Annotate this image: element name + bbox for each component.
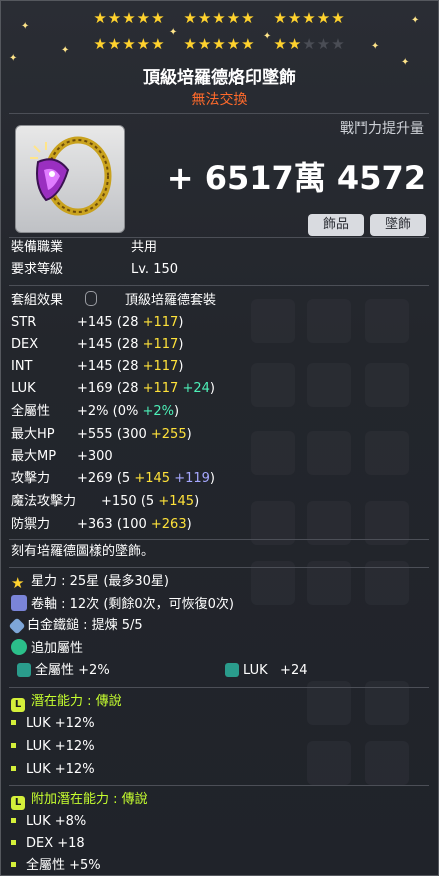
star-force-row-2: ★★★★★ ★★★★★ ★★★★★ — [1, 35, 438, 53]
star-icon: ★★★★★ — [93, 35, 166, 53]
potential-line: LUK +12% — [11, 738, 95, 756]
additional-potential-header: L 附加潛在能力 : 傳說 — [11, 791, 148, 810]
basic-row-level: 要求等級 Lv. 150 — [11, 261, 178, 279]
basic-row-job: 裝備職業 共用 — [11, 239, 157, 257]
star-icon: ★★ — [273, 35, 303, 53]
bonus-badge-icon — [17, 663, 31, 677]
star-icon: ★★★★★ — [273, 9, 346, 27]
purple-gem-pendant-icon — [30, 136, 112, 216]
item-name: 頂級培羅德烙印墜飾 — [143, 68, 296, 88]
stat-row: INT +145 (28 +117) — [11, 359, 184, 374]
set-effect-key: 套組效果 — [11, 293, 64, 308]
potential-header: L 潛在能力 : 傳說 — [11, 693, 122, 712]
scroll-info: 卷軸 : 12次 (剩餘0次，可恢復0次) — [11, 595, 234, 614]
empty-star-icon: ★★★ — [302, 35, 346, 53]
basic-val: Lv. 150 — [131, 262, 179, 277]
hammer-icon — [8, 617, 26, 635]
stat-row: 攻擊力 +269 (5 +145 +119) — [11, 471, 215, 486]
mouse-icon — [85, 291, 97, 306]
legendary-badge-icon: L — [11, 796, 25, 810]
combat-power-label: 戰鬥力提升量 — [340, 121, 424, 137]
divider — [9, 237, 429, 238]
bullet-icon — [11, 743, 16, 748]
scroll-icon — [11, 595, 27, 611]
item-description: 刻有培羅德圖樣的墜飾。 — [11, 544, 155, 559]
set-effect-row: 套組效果 頂級培羅德套裝 — [11, 291, 216, 310]
combat-power-value: + 6517萬 4572 — [166, 159, 426, 197]
bullet-icon — [11, 766, 16, 771]
basic-key: 要求等級 — [11, 262, 64, 277]
bonus-badge-icon — [225, 663, 239, 677]
stat-row: LUK +169 (28 +117 +24) — [11, 381, 215, 396]
stat-row: 最大MP +300 — [11, 449, 113, 464]
tag-accessory: 飾品 — [308, 214, 364, 236]
divider — [9, 785, 429, 786]
basic-val: 共用 — [131, 240, 158, 255]
divider — [9, 687, 429, 688]
additional-potential-line: LUK +8% — [11, 813, 86, 831]
additional-potential-line: 全屬性 +5% — [11, 857, 101, 875]
bullet-icon — [11, 840, 16, 845]
stat-row: 魔法攻擊力 +150 (5 +145) — [11, 494, 200, 509]
basic-key: 裝備職業 — [11, 240, 64, 255]
stat-row: DEX +145 (28 +117) — [11, 337, 184, 352]
additional-potential-line: DEX +18 — [11, 835, 85, 853]
divider — [9, 567, 429, 568]
additional-potential-title: 附加潛在能力 : 傳說 — [31, 792, 148, 807]
trade-status: 無法交換 — [191, 92, 248, 108]
stat-row: 最大HP +555 (300 +255) — [11, 427, 192, 442]
star-icon: ★ — [11, 574, 25, 592]
star-icon: ★★★★★ — [183, 35, 256, 53]
bullet-icon — [11, 720, 16, 725]
bonus-stat-2: LUK +24 — [225, 662, 307, 680]
bullet-icon — [11, 818, 16, 823]
bullet-icon — [11, 862, 16, 867]
hammer-info: 白金鐵鎚 : 提煉 5/5 — [8, 617, 143, 635]
legendary-badge-icon: L — [11, 698, 25, 712]
stat-row: STR +145 (28 +117) — [11, 315, 184, 330]
item-icon-frame — [15, 125, 125, 233]
potential-title: 潛在能力 : 傳說 — [31, 694, 122, 709]
divider — [9, 113, 429, 114]
set-effect-val: 頂級培羅德套裝 — [125, 293, 217, 308]
divider — [9, 539, 429, 540]
divider — [9, 285, 429, 286]
star-icon: ★★★★★ — [183, 9, 256, 27]
star-icon: ★★★★★ — [93, 9, 166, 27]
potential-line: LUK +12% — [11, 761, 95, 779]
stat-row: 防禦力 +363 (100 +263) — [11, 517, 192, 532]
potential-line: LUK +12% — [11, 715, 95, 733]
leaf-icon — [11, 639, 27, 655]
starforce-info: ★ 星力 : 25星 (最多30星) — [11, 574, 170, 592]
bonus-stat-header: 追加屬性 — [11, 639, 83, 658]
star-force-row-1: ★★★★★ ★★★★★ ★★★★★ — [1, 9, 438, 27]
item-tooltip: ✦ ✦ ✦ ✦ ✦ ✦ ✦ ✦ ★★★★★ ★★★★★ ★★★★★ ★★★★★ … — [0, 0, 439, 876]
bonus-stat-1: 全屬性 +2% — [17, 662, 110, 680]
stat-row: 全屬性 +2% (0% +2%) — [11, 404, 180, 419]
tag-pendant: 墜飾 — [370, 214, 426, 236]
